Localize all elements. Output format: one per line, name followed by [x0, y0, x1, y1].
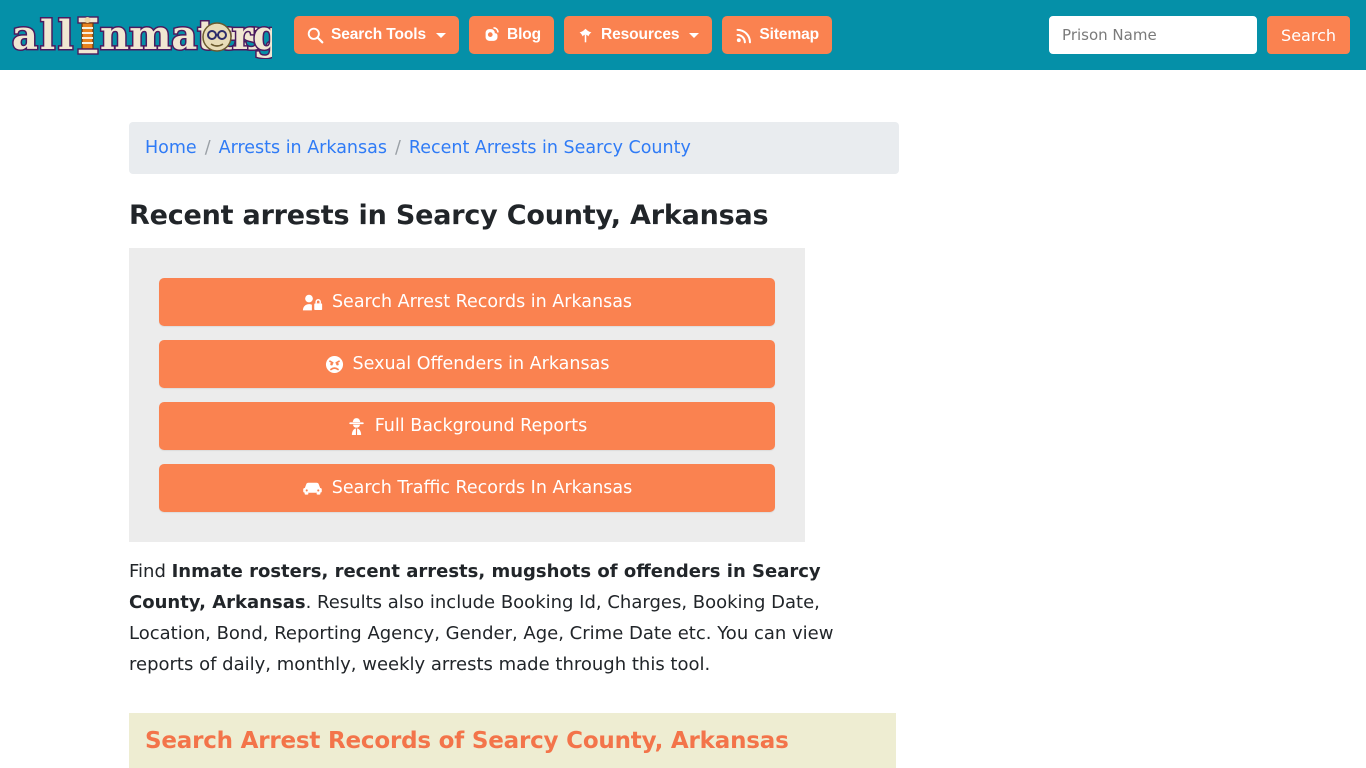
- breadcrumb-separator: /: [204, 138, 211, 158]
- breadcrumb-item-arrests-in-arkansas[interactable]: Arrests in Arkansas: [219, 138, 387, 158]
- header-search-form: Search: [1049, 16, 1354, 54]
- prison-name-input[interactable]: [1049, 16, 1258, 54]
- nav-item-resources[interactable]: Resources: [564, 16, 713, 54]
- user-secret-icon: [347, 417, 366, 436]
- breadcrumb: Home / Arrests in Arkansas / Recent Arre…: [129, 122, 899, 174]
- nav-item-label: Resources: [601, 26, 680, 43]
- breadcrumb-separator: /: [394, 138, 401, 158]
- search-traffic-records-button[interactable]: Search Traffic Records In Arkansas: [159, 464, 775, 512]
- button-label: Sexual Offenders in Arkansas: [352, 354, 610, 374]
- breadcrumb-item-recent-arrests-searcy[interactable]: Recent Arrests in Searcy County: [409, 138, 691, 158]
- site-logo[interactable]: a l l nmates. rg: [10, 11, 273, 59]
- leaf-icon: [577, 27, 594, 44]
- nav-item-label: Blog: [507, 26, 542, 43]
- main-nav: Search Tools Blog Resources Sitemap: [294, 16, 833, 54]
- logo-artwork: a l l nmates. rg: [11, 11, 273, 59]
- full-background-reports-button[interactable]: Full Background Reports: [159, 402, 775, 450]
- nav-item-search-tools[interactable]: Search Tools: [294, 16, 459, 54]
- inmate-figure-icon: [77, 16, 99, 55]
- page-title: Recent arrests in Searcy County, Arkansa…: [129, 200, 769, 231]
- header-search-button[interactable]: Search: [1267, 16, 1350, 54]
- nav-item-label: Search Tools: [331, 26, 426, 43]
- magnifier-icon: [307, 27, 324, 44]
- button-label: Search Traffic Records In Arkansas: [331, 478, 633, 498]
- section-heading: Search Arrest Records of Searcy County, …: [145, 728, 789, 754]
- nav-item-sitemap[interactable]: Sitemap: [722, 16, 833, 54]
- chevron-down-icon: [689, 32, 700, 38]
- intro-paragraph: Find Inmate rosters, recent arrests, mug…: [129, 556, 889, 680]
- action-button-panel: Search Arrest Records in Arkansas Sexual…: [129, 248, 805, 542]
- sexual-offenders-button[interactable]: Sexual Offenders in Arkansas: [159, 340, 775, 388]
- page-container: Home / Arrests in Arkansas / Recent Arre…: [129, 70, 899, 768]
- chevron-down-icon: [436, 32, 446, 38]
- top-navbar: a l l nmates. rg Search Tools Blog Resou…: [0, 0, 1366, 70]
- svg-text:rg: rg: [232, 12, 272, 59]
- car-icon: [302, 479, 323, 497]
- blogger-b-icon: [482, 26, 500, 44]
- button-label: Search Arrest Records in Arkansas: [331, 292, 633, 312]
- search-arrest-records-button[interactable]: Search Arrest Records in Arkansas: [159, 278, 775, 326]
- svg-text:a: a: [12, 12, 38, 59]
- breadcrumb-item-home[interactable]: Home: [145, 138, 197, 158]
- rss-feed-icon: [735, 27, 752, 44]
- paragraph-lead: Find: [129, 561, 172, 582]
- user-lock-icon: [302, 293, 323, 312]
- mask-face-icon: [202, 22, 232, 52]
- section-heading-band: Search Arrest Records of Searcy County, …: [129, 713, 896, 768]
- nav-item-blog[interactable]: Blog: [469, 16, 555, 54]
- svg-text:l: l: [40, 12, 55, 59]
- svg-text:l: l: [58, 12, 73, 59]
- button-label: Full Background Reports: [374, 416, 588, 436]
- angry-face-icon: [325, 355, 344, 374]
- nav-item-label: Sitemap: [759, 26, 820, 43]
